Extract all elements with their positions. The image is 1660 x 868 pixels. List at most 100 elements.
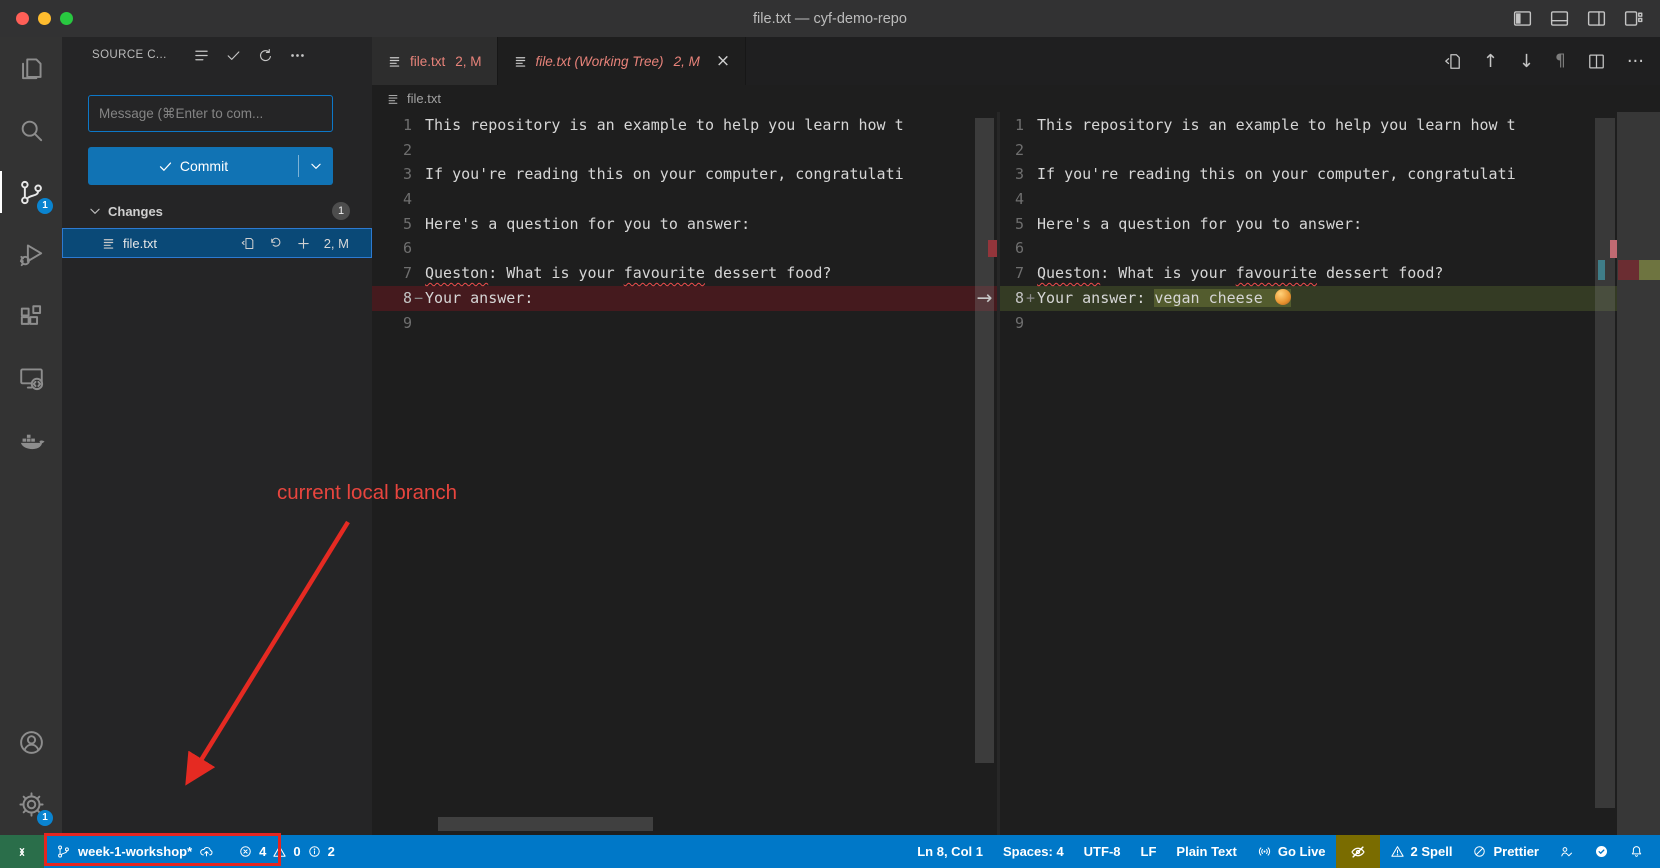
activity-bar-item-docker[interactable] <box>0 409 62 471</box>
line-number: 4 <box>1000 187 1024 212</box>
tab-modified-badge: 2, M <box>455 54 481 69</box>
backup-sync-status[interactable] <box>1584 835 1619 868</box>
activity-bar-item-extensions[interactable] <box>0 285 62 347</box>
line-number: 1 <box>1000 113 1024 138</box>
code-line[interactable]: 9 <box>1000 311 1660 336</box>
open-file-icon[interactable] <box>240 236 255 251</box>
activity-bar-item-run-debug[interactable] <box>0 223 62 285</box>
remote-icon <box>17 364 46 393</box>
line-number: 9 <box>1000 311 1024 336</box>
annotation-rectangle <box>44 833 281 866</box>
code-line[interactable]: 1This repository is an example to help y… <box>372 113 997 138</box>
close-window-button[interactable] <box>16 12 29 25</box>
layout-sidebar-left-icon[interactable] <box>1512 8 1533 29</box>
discard-changes-icon[interactable] <box>268 236 283 251</box>
next-change-icon[interactable]: ↓ <box>1519 51 1534 72</box>
changed-file-row[interactable]: file.txt 2, M <box>62 228 372 258</box>
more-actions-icon[interactable]: ··· <box>1627 51 1644 72</box>
line-number: 3 <box>1000 162 1024 187</box>
activity-bar-item-search[interactable] <box>0 99 62 161</box>
cursor-position[interactable]: Ln 8, Col 1 <box>907 835 993 868</box>
changes-section-header[interactable]: Changes 1 <box>62 196 372 226</box>
misspelled-word: Queston <box>1037 264 1100 282</box>
code-line[interactable]: 3If you're reading this on your computer… <box>1000 162 1660 187</box>
code-line[interactable]: 5Here's a question for you to answer: <box>1000 212 1660 237</box>
split-editor-icon[interactable] <box>1587 52 1606 71</box>
encoding-setting[interactable]: UTF-8 <box>1074 835 1131 868</box>
layout-panel-icon[interactable] <box>1549 8 1570 29</box>
commit-check-icon[interactable] <box>225 47 242 64</box>
diff-sign: + <box>1024 286 1037 311</box>
code-line[interactable]: 9 <box>372 311 997 336</box>
code-line[interactable]: 3If you're reading this on your computer… <box>372 162 997 187</box>
line-text: This repository is an example to help yo… <box>1037 113 1516 138</box>
code-line[interactable]: 8−Your answer: <box>372 286 997 311</box>
open-changes-icon[interactable] <box>1443 52 1462 71</box>
code-line[interactable]: 1 This repository is an example to help y… <box>1000 113 1660 138</box>
code-line[interactable]: 6 <box>1000 236 1660 261</box>
activity-bar-item-source-control[interactable]: 1 <box>0 161 62 223</box>
language-mode[interactable]: Plain Text <box>1166 835 1246 868</box>
eye-off-icon <box>1349 843 1367 861</box>
window-controls[interactable] <box>16 12 73 25</box>
remote-indicator[interactable] <box>0 835 44 868</box>
spell-checker-toggle[interactable] <box>1336 835 1380 868</box>
refresh-icon[interactable] <box>257 47 274 64</box>
overview-ruler <box>1617 112 1660 835</box>
diff-sign <box>412 236 425 261</box>
activity-bar-item-remote-explorer[interactable] <box>0 347 62 409</box>
notifications-button[interactable] <box>1619 835 1654 868</box>
zoom-window-button[interactable] <box>60 12 73 25</box>
prettier-status[interactable]: Prettier <box>1462 835 1549 868</box>
activity-bar-item-settings[interactable]: 1 <box>0 773 62 835</box>
minimize-window-button[interactable] <box>38 12 51 25</box>
revert-change-arrow-icon[interactable]: → <box>969 287 1000 311</box>
vertical-scrollbar[interactable] <box>1595 118 1615 808</box>
code-line[interactable]: 2 <box>1000 138 1660 163</box>
eol-setting[interactable]: LF <box>1131 835 1167 868</box>
layout-customize-icon[interactable] <box>1623 8 1644 29</box>
diff-original-pane[interactable]: 1This repository is an example to help y… <box>372 112 997 835</box>
code-line[interactable]: 7Queston: What is your favourite dessert… <box>372 261 997 286</box>
overview-removed-mark <box>1618 260 1639 280</box>
account-icon <box>17 728 46 757</box>
code-line[interactable]: 7Queston: What is your favourite dessert… <box>1000 261 1660 286</box>
tab-file-txt-working-tree[interactable]: file.txt (Working Tree) 2, M × <box>498 37 747 85</box>
changes-label: Changes <box>108 204 163 219</box>
code-line[interactable]: 8+Your answer: vegan cheese <box>1000 286 1660 311</box>
line-number: 1 <box>372 113 412 138</box>
commit-dropdown-button[interactable] <box>299 159 333 173</box>
render-whitespace-icon[interactable]: ¶ <box>1555 51 1566 71</box>
commit-message-input[interactable] <box>88 95 333 132</box>
spell-problems[interactable]: 2 Spell <box>1380 835 1463 868</box>
code-line[interactable]: 2 <box>372 138 997 163</box>
view-as-list-icon[interactable] <box>193 47 210 64</box>
horizontal-scrollbar[interactable] <box>438 817 653 831</box>
code-line[interactable]: 4 <box>1000 187 1660 212</box>
feedback-button[interactable] <box>1549 835 1584 868</box>
chevron-down-icon <box>88 204 102 218</box>
activity-bar-item-accounts[interactable] <box>0 711 62 773</box>
activity-bar-item-explorer[interactable] <box>0 37 62 99</box>
chevron-down-icon <box>309 159 323 173</box>
vertical-scrollbar[interactable] <box>975 118 994 763</box>
previous-change-icon[interactable]: ↑ <box>1483 51 1498 72</box>
tab-file-txt[interactable]: file.txt 2, M <box>372 37 498 85</box>
go-live-button[interactable]: Go Live <box>1247 835 1336 868</box>
code-line[interactable]: 6 <box>372 236 997 261</box>
tab-label: file.txt (Working Tree) <box>536 54 664 69</box>
breadcrumb[interactable]: file.txt <box>372 85 1660 112</box>
indentation-setting[interactable]: Spaces: 4 <box>993 835 1074 868</box>
more-actions-icon[interactable] <box>289 47 306 64</box>
commit-button[interactable]: Commit <box>88 147 333 185</box>
broadcast-icon <box>1257 844 1272 859</box>
infos-count: 2 <box>328 844 335 859</box>
text-file-icon <box>513 54 528 69</box>
layout-sidebar-right-icon[interactable] <box>1586 8 1607 29</box>
stage-changes-icon[interactable] <box>296 236 311 251</box>
close-tab-icon[interactable]: × <box>716 51 730 71</box>
code-line[interactable]: 4 <box>372 187 997 212</box>
code-line[interactable]: 5Here's a question for you to answer: <box>372 212 997 237</box>
diff-modified-pane[interactable]: 1 This repository is an example to help y… <box>1000 112 1660 835</box>
line-number: 4 <box>372 187 412 212</box>
